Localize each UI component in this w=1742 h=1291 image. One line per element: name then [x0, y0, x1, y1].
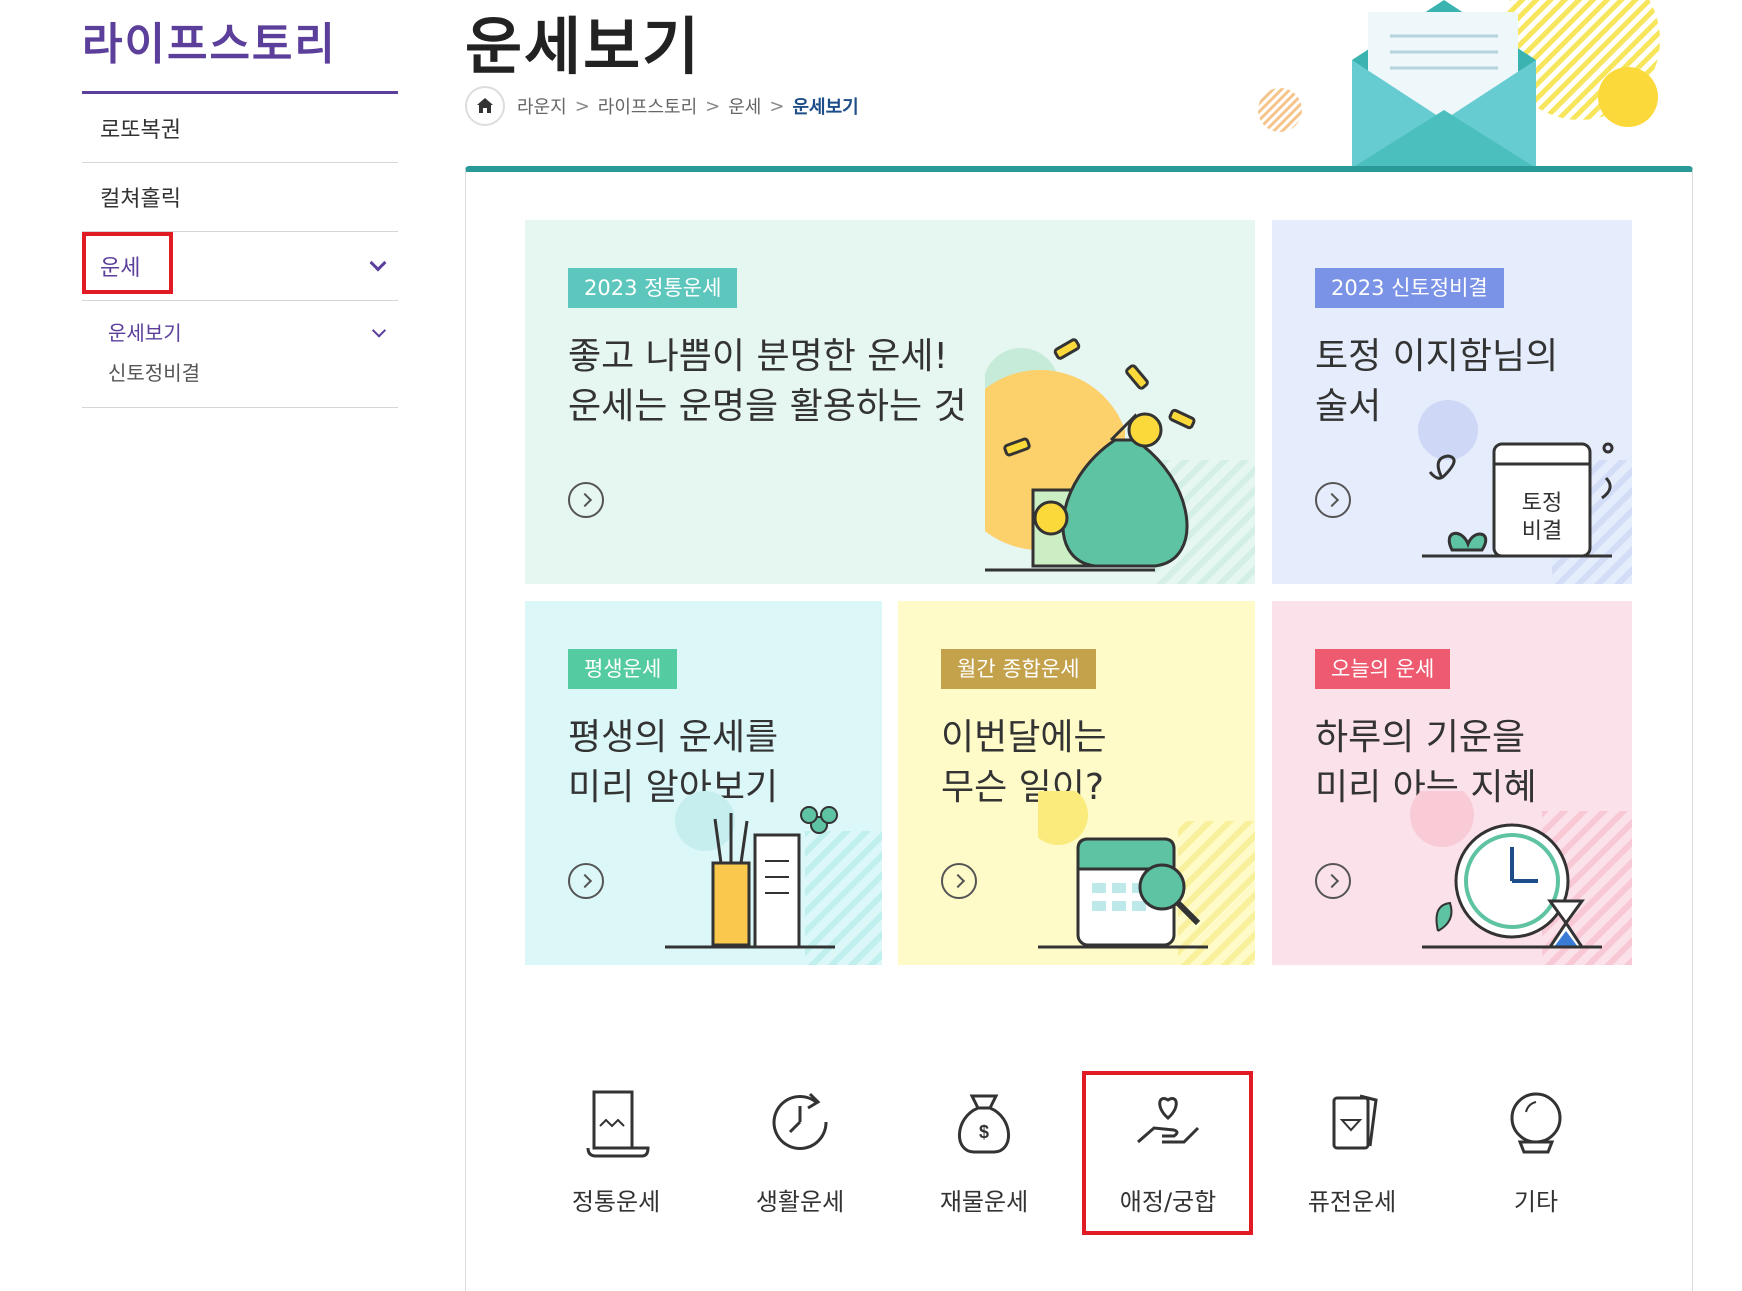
arrow-right-icon[interactable]	[1315, 482, 1351, 518]
sidebar-subitem-tojeong[interactable]: 신토정비결	[108, 353, 398, 393]
category-label: 정통운세	[571, 1188, 661, 1216]
pencil-cup-illustration	[665, 791, 882, 965]
breadcrumb-item[interactable]: 라이프스토리	[598, 93, 697, 119]
category-label: 애정/궁합	[1119, 1188, 1217, 1216]
card-tag: 평생운세	[568, 649, 678, 689]
highlight-box	[82, 232, 173, 294]
money-bag-illustration	[985, 338, 1255, 584]
crystal-ball-icon	[1510, 1092, 1562, 1154]
card-tag: 2023 신토정비결	[1315, 268, 1504, 308]
card-traditional-fortune[interactable]: 2023 정통운세 좋고 나쁨이 분명한 운세! 운세는 운명을 활용하는 것	[525, 220, 1255, 584]
card-monthly-fortune[interactable]: 월간 종합운세 이번달에는 무슨 일이?	[898, 601, 1255, 965]
category-love-compatibility[interactable]: 애정/궁합	[1088, 1070, 1248, 1230]
calendar-illustration	[1038, 791, 1255, 965]
book-illustration: 토정 비결	[1418, 400, 1632, 584]
money-bag-icon: $	[958, 1094, 1010, 1154]
sidebar-item-cultureholic[interactable]: 컬쳐홀릭	[82, 163, 398, 232]
sidebar-subitem-label: 운세보기	[108, 321, 182, 345]
card-tag: 월간 종합운세	[941, 649, 1096, 689]
scroll-icon	[586, 1090, 650, 1158]
sidebar: 라이프스토리 로또복권 컬쳐홀릭 운세 운세보기 신토정비결	[82, 0, 398, 408]
sidebar-item-fortune[interactable]: 운세	[82, 232, 398, 301]
category-daily-life[interactable]: 생활운세	[720, 1070, 880, 1230]
breadcrumb-separator: >	[574, 95, 590, 117]
sidebar-brand: 라이프스토리	[82, 0, 398, 94]
content-panel: 2023 정통운세 좋고 나쁨이 분명한 운세! 운세는 운명을 활용하는 것 …	[465, 166, 1693, 1291]
heart-hand-icon	[1137, 1097, 1200, 1144]
chevron-down-icon	[371, 323, 387, 338]
arrow-right-icon[interactable]	[1315, 863, 1351, 899]
breadcrumb: 라운지 > 라이프스토리 > 운세 > 운세보기	[465, 86, 859, 126]
category-others[interactable]: 기타	[1456, 1070, 1616, 1230]
svg-text:$: $	[979, 1122, 989, 1142]
sidebar-subitem-label: 신토정비결	[108, 361, 200, 385]
category-label: 기타	[1513, 1188, 1559, 1216]
page-title: 운세보기	[465, 10, 702, 83]
card-headline: 좋고 나쁨이 분명한 운세! 운세는 운명을 활용하는 것	[568, 336, 967, 427]
cards-icon	[1332, 1094, 1378, 1150]
clock-cycle-icon	[772, 1092, 828, 1150]
home-button[interactable]	[465, 86, 505, 126]
breadcrumb-separator: >	[705, 95, 721, 117]
arrow-right-icon[interactable]	[568, 863, 604, 899]
sidebar-subitem-fortune-view[interactable]: 운세보기	[108, 313, 398, 353]
category-traditional[interactable]: 정통운세	[536, 1070, 696, 1230]
envelope-illustration	[1258, 0, 1660, 168]
breadcrumb-item[interactable]: 운세	[728, 93, 761, 119]
card-tag: 오늘의 운세	[1315, 649, 1451, 689]
category-label: 생활운세	[755, 1188, 845, 1216]
card-lifetime-fortune[interactable]: 평생운세 평생의 운세를 미리 알아보기	[525, 601, 882, 965]
sidebar-item-label: 컬쳐홀릭	[100, 187, 181, 212]
arrow-right-icon[interactable]	[941, 863, 977, 899]
breadcrumb-current: 운세보기	[792, 97, 859, 118]
card-today-fortune[interactable]: 오늘의 운세 하루의 기운을 미리 아는 지혜	[1272, 601, 1632, 965]
category-fusion[interactable]: 퓨전운세	[1272, 1070, 1432, 1230]
home-icon	[477, 98, 493, 113]
category-label: 퓨전운세	[1307, 1188, 1397, 1216]
sidebar-item-label: 로또복권	[100, 118, 181, 143]
card-tojeong-fortune[interactable]: 2023 신토정비결 토정 이지함님의 술서 토정 비결	[1272, 220, 1632, 584]
clock-illustration	[1410, 791, 1632, 965]
card-tag: 2023 정통운세	[568, 268, 738, 308]
category-wealth[interactable]: $ 재물운세	[904, 1070, 1064, 1230]
svg-text:비결: 비결	[1522, 518, 1562, 543]
category-label: 재물운세	[939, 1188, 1029, 1216]
svg-text:토정: 토정	[1522, 490, 1562, 515]
sidebar-submenu: 운세보기 신토정비결	[82, 301, 398, 408]
arrow-right-icon[interactable]	[568, 482, 604, 518]
chevron-down-icon	[369, 254, 387, 272]
breadcrumb-separator: >	[769, 95, 785, 117]
sidebar-item-lotto[interactable]: 로또복권	[82, 94, 398, 163]
breadcrumb-item[interactable]: 라운지	[517, 93, 567, 119]
